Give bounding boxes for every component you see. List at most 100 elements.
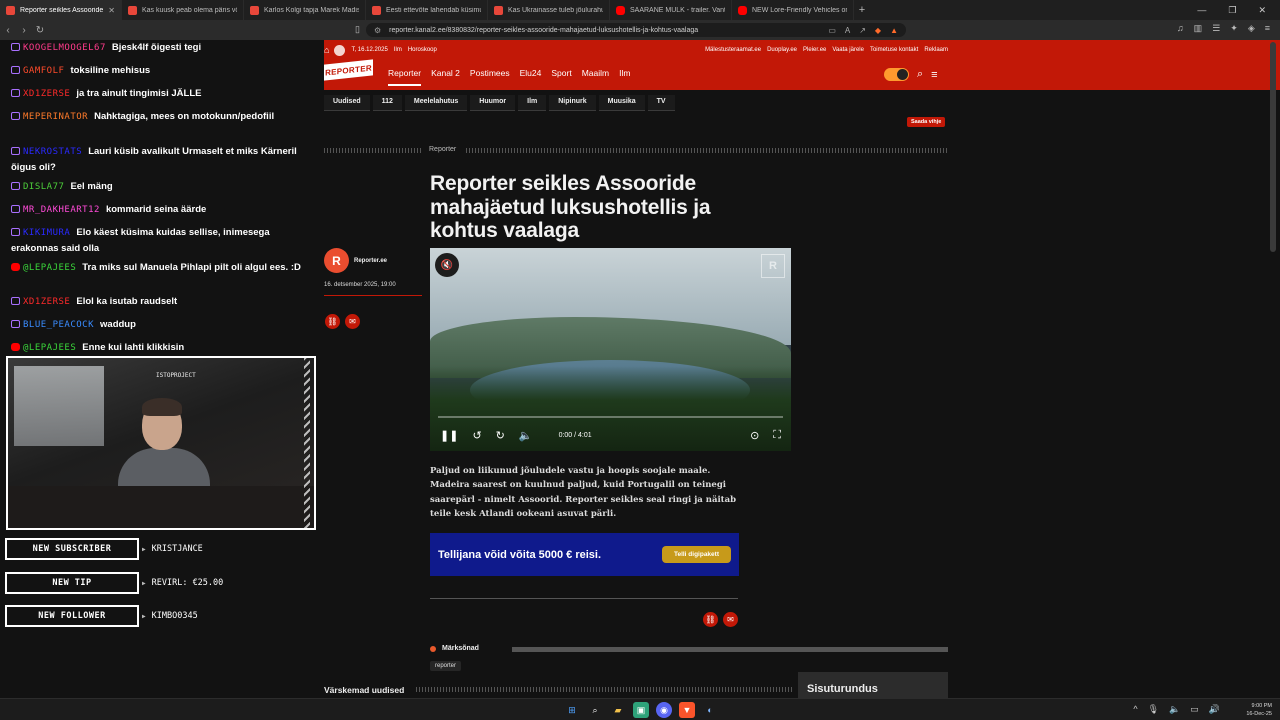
brave-shield-icon[interactable]: ◆ — [875, 26, 881, 35]
top-link[interactable]: Reklaam — [924, 47, 948, 53]
discord-icon[interactable]: ◉ — [656, 702, 672, 718]
close-icon[interactable]: ✕ — [108, 6, 115, 15]
section-label[interactable]: Reporter — [429, 146, 456, 153]
chevron-up-icon[interactable]: ^ — [1133, 704, 1137, 715]
microphone-icon[interactable]: 🎙 — [1148, 704, 1159, 715]
search-icon[interactable]: ⌕ — [587, 702, 603, 718]
article-title: Reporter seikles Assooride mahajäetud lu… — [430, 172, 711, 242]
dark-mode-toggle[interactable] — [884, 68, 909, 81]
reading-list-icon[interactable]: ☰ — [1212, 23, 1220, 34]
subnav-uudised[interactable]: Uudised — [324, 95, 370, 111]
home-icon[interactable]: ⌂ — [324, 45, 329, 55]
sidebar-icon[interactable]: ▥ — [1194, 23, 1203, 34]
subnav-ilm[interactable]: Ilm — [518, 95, 547, 111]
mute-icon[interactable]: 🔇 — [435, 253, 459, 277]
bookmark-icon[interactable]: ▯ — [355, 24, 360, 35]
cast-icon[interactable]: ▭ — [828, 26, 836, 35]
nav-maailm[interactable]: Maailm — [582, 68, 609, 86]
file-explorer-icon[interactable]: ▰ — [610, 702, 626, 718]
top-link[interactable]: Mälestusteraamat.ee — [705, 47, 761, 53]
nav-postimees[interactable]: Postimees — [470, 68, 510, 86]
weather-link[interactable]: Ilm — [394, 47, 402, 53]
site-info-icon[interactable]: ⚙ — [374, 26, 381, 35]
forward-10-icon[interactable]: ↻ — [496, 429, 505, 442]
copy-link-icon[interactable]: ⛓ — [325, 314, 340, 329]
utility-bar: ⌂ T, 16.12.2025 Ilm Horoskoop Mälestuste… — [324, 44, 948, 56]
top-link[interactable]: Vaata järele — [832, 47, 864, 53]
tag-chip[interactable]: reporter — [430, 661, 462, 671]
top-link[interactable]: Pleier.ee — [803, 47, 826, 53]
copy-link-icon[interactable]: ⛓ — [703, 612, 718, 627]
address-bar[interactable]: ⚙ reporter.kanal2.ee/8380832/reporter-se… — [366, 23, 906, 37]
volume-icon[interactable]: 🔈 — [519, 429, 533, 442]
tags-header: Märksõnad — [430, 645, 479, 652]
subnav-nipinurk[interactable]: Nipinurk — [549, 95, 596, 111]
subnav-muusika[interactable]: Muusika — [598, 95, 645, 111]
publish-date: 16. detsember 2025, 19:00 — [324, 282, 422, 296]
top-link[interactable]: Duoplay.ee — [767, 47, 797, 53]
nav-ilm[interactable]: Ilm — [619, 68, 630, 86]
subnav-meelelahutus[interactable]: Meelelahutus — [404, 95, 468, 111]
browser-tab[interactable]: NEW Lore-Friendly Vehicles on FiveM — [732, 0, 854, 20]
share-icon[interactable]: ↗ — [859, 26, 866, 35]
horoscope-link[interactable]: Horoskoop — [408, 47, 437, 53]
autoplay-icon[interactable]: ⊙ — [750, 429, 759, 442]
browser-tab[interactable]: Reporter seikles Assooride mahaj✕ — [0, 0, 122, 20]
speaker-icon[interactable]: 🔈 — [1169, 704, 1180, 715]
subnav-tv[interactable]: TV — [647, 95, 675, 111]
network-icon[interactable]: ▭ — [1190, 704, 1199, 715]
video-player[interactable]: 🔇 R ❚❚ ↺ ↻ 🔈 0:00 / 4:01 ⊙ ⛶ — [430, 248, 791, 451]
vpn-icon[interactable]: ◈ — [1248, 23, 1255, 34]
volume-icon[interactable]: 🔊 — [1209, 704, 1220, 715]
browser-tab[interactable]: SÄÄRANE MULK - trailer. Vanti kinod — [610, 0, 732, 20]
windows-start-icon[interactable]: ⊞ — [564, 702, 580, 718]
nav-elu24[interactable]: Elu24 — [520, 68, 542, 86]
menu-icon[interactable]: ≡ — [1265, 23, 1270, 34]
close-window-icon[interactable]: ✕ — [1258, 5, 1266, 16]
reporter-logo[interactable]: REPORTER — [324, 59, 373, 81]
top-link[interactable]: Toimetuse kontakt — [870, 47, 918, 53]
author-name[interactable]: Reporter.ee — [354, 258, 387, 264]
email-share-icon[interactable]: ✉ — [723, 612, 738, 627]
system-clock[interactable]: 9:00 PM 16-Dec-25 — [1246, 702, 1272, 718]
author-avatar[interactable]: R — [324, 248, 349, 273]
twitch-badge-icon — [11, 205, 20, 213]
minimize-icon[interactable]: — — [1197, 5, 1206, 16]
playlist-icon[interactable]: ♫ — [1177, 23, 1184, 34]
pause-icon[interactable]: ❚❚ — [440, 429, 458, 442]
webcam-desk — [8, 486, 314, 528]
leo-icon[interactable]: ✦ — [1230, 23, 1238, 34]
steam-icon[interactable]: ◐ — [702, 702, 718, 718]
scrollbar[interactable] — [1270, 42, 1276, 252]
email-share-icon[interactable]: ✉ — [345, 314, 360, 329]
app-icon[interactable]: ▣ — [633, 702, 649, 718]
forward-icon[interactable]: › — [16, 25, 32, 36]
header-tools: ⌕ ≡ — [884, 68, 938, 81]
brave-rewards-icon[interactable]: ▲ — [890, 26, 898, 35]
send-tip-button[interactable]: Saada vihje — [907, 117, 946, 127]
translate-icon[interactable]: A — [845, 26, 850, 35]
browser-tab[interactable]: Kas Ukrainasse tuleb jõulurahu? — [488, 0, 610, 20]
video-progress-bar[interactable] — [438, 416, 783, 418]
subnav-112[interactable]: 112 — [372, 95, 402, 111]
new-tab-button[interactable]: + — [854, 4, 870, 16]
subscribe-button[interactable]: Telli digipakett — [661, 546, 731, 563]
nav-sport[interactable]: Sport — [551, 68, 571, 86]
chat-message: XD1ZERSE Elol ka isutab raudselt — [11, 294, 316, 310]
video-time: 0:00 / 4:01 — [558, 431, 592, 439]
browser-tab[interactable]: Kas kuusk peab olema päris või sobib — [122, 0, 244, 20]
search-icon[interactable]: ⌕ — [917, 68, 923, 81]
hamburger-menu-icon[interactable]: ≡ — [931, 69, 937, 81]
rewind-10-icon[interactable]: ↺ — [472, 429, 481, 442]
maximize-icon[interactable]: ❐ — [1228, 5, 1236, 16]
subnav-huumor[interactable]: Huumor — [470, 95, 516, 111]
fullscreen-icon[interactable]: ⛶ — [773, 429, 781, 442]
alert-value: ▶ KIMBO0345 — [142, 611, 198, 621]
nav-reporter[interactable]: Reporter — [388, 68, 422, 86]
brave-browser-icon[interactable]: ▼ — [679, 702, 695, 718]
reload-icon[interactable]: ↻ — [32, 25, 48, 36]
browser-tab[interactable]: Eesti ettevõte lahendab küsimust, ku — [366, 0, 488, 20]
nav-kanal2[interactable]: Kanal 2 — [431, 68, 460, 86]
back-icon[interactable]: ‹ — [0, 25, 16, 36]
browser-tab[interactable]: Karlos Kolgi tapja Marek Madisoo l — [244, 0, 366, 20]
